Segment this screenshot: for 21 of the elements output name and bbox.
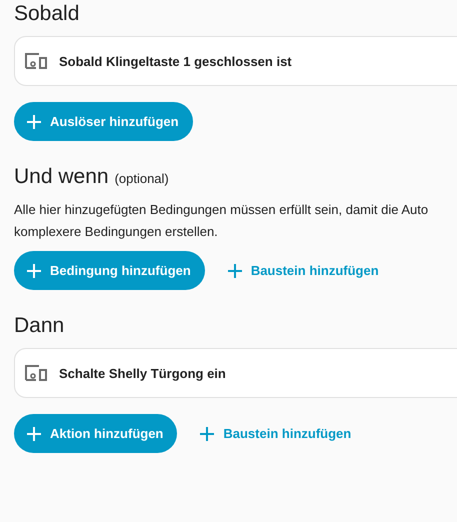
add-link-button[interactable]: Baustein hinzufügen [222, 251, 383, 290]
add-button[interactable]: Bedingung hinzufügen [14, 251, 205, 290]
plus-icon [226, 262, 243, 278]
add-button[interactable]: Aktion hinzufügen [14, 414, 178, 453]
card-label: Schalte Shelly Türgong ein [59, 366, 226, 380]
devices-icon [25, 365, 47, 381]
add-button[interactable]: Auslöser hinzufügen [14, 102, 193, 141]
description-text: Alle hier hinzugefügten Bedingungen müssen erfüllt sein, damit die Auto komplexere Bedingungen erstellen. [14, 201, 430, 241]
optional-note: (optional) [114, 171, 169, 186]
card-label: Sobald Klingeltaste 1 geschlossen ist [59, 54, 292, 68]
add-link-button[interactable]: Baustein hinzufügen [195, 414, 356, 453]
section-title: Sobald [14, 2, 80, 26]
plus-icon [26, 114, 42, 130]
plus-icon [26, 262, 42, 278]
plus-icon [199, 426, 216, 442]
devices-icon [25, 53, 47, 69]
automation-card[interactable]: Sobald Klingeltaste 1 geschlossen ist [14, 36, 457, 86]
section-title: Und wenn [14, 165, 109, 189]
section-title: Dann [14, 314, 64, 338]
automation-card[interactable]: Schalte Shelly Türgong ein [14, 348, 457, 398]
plus-icon [26, 426, 42, 442]
